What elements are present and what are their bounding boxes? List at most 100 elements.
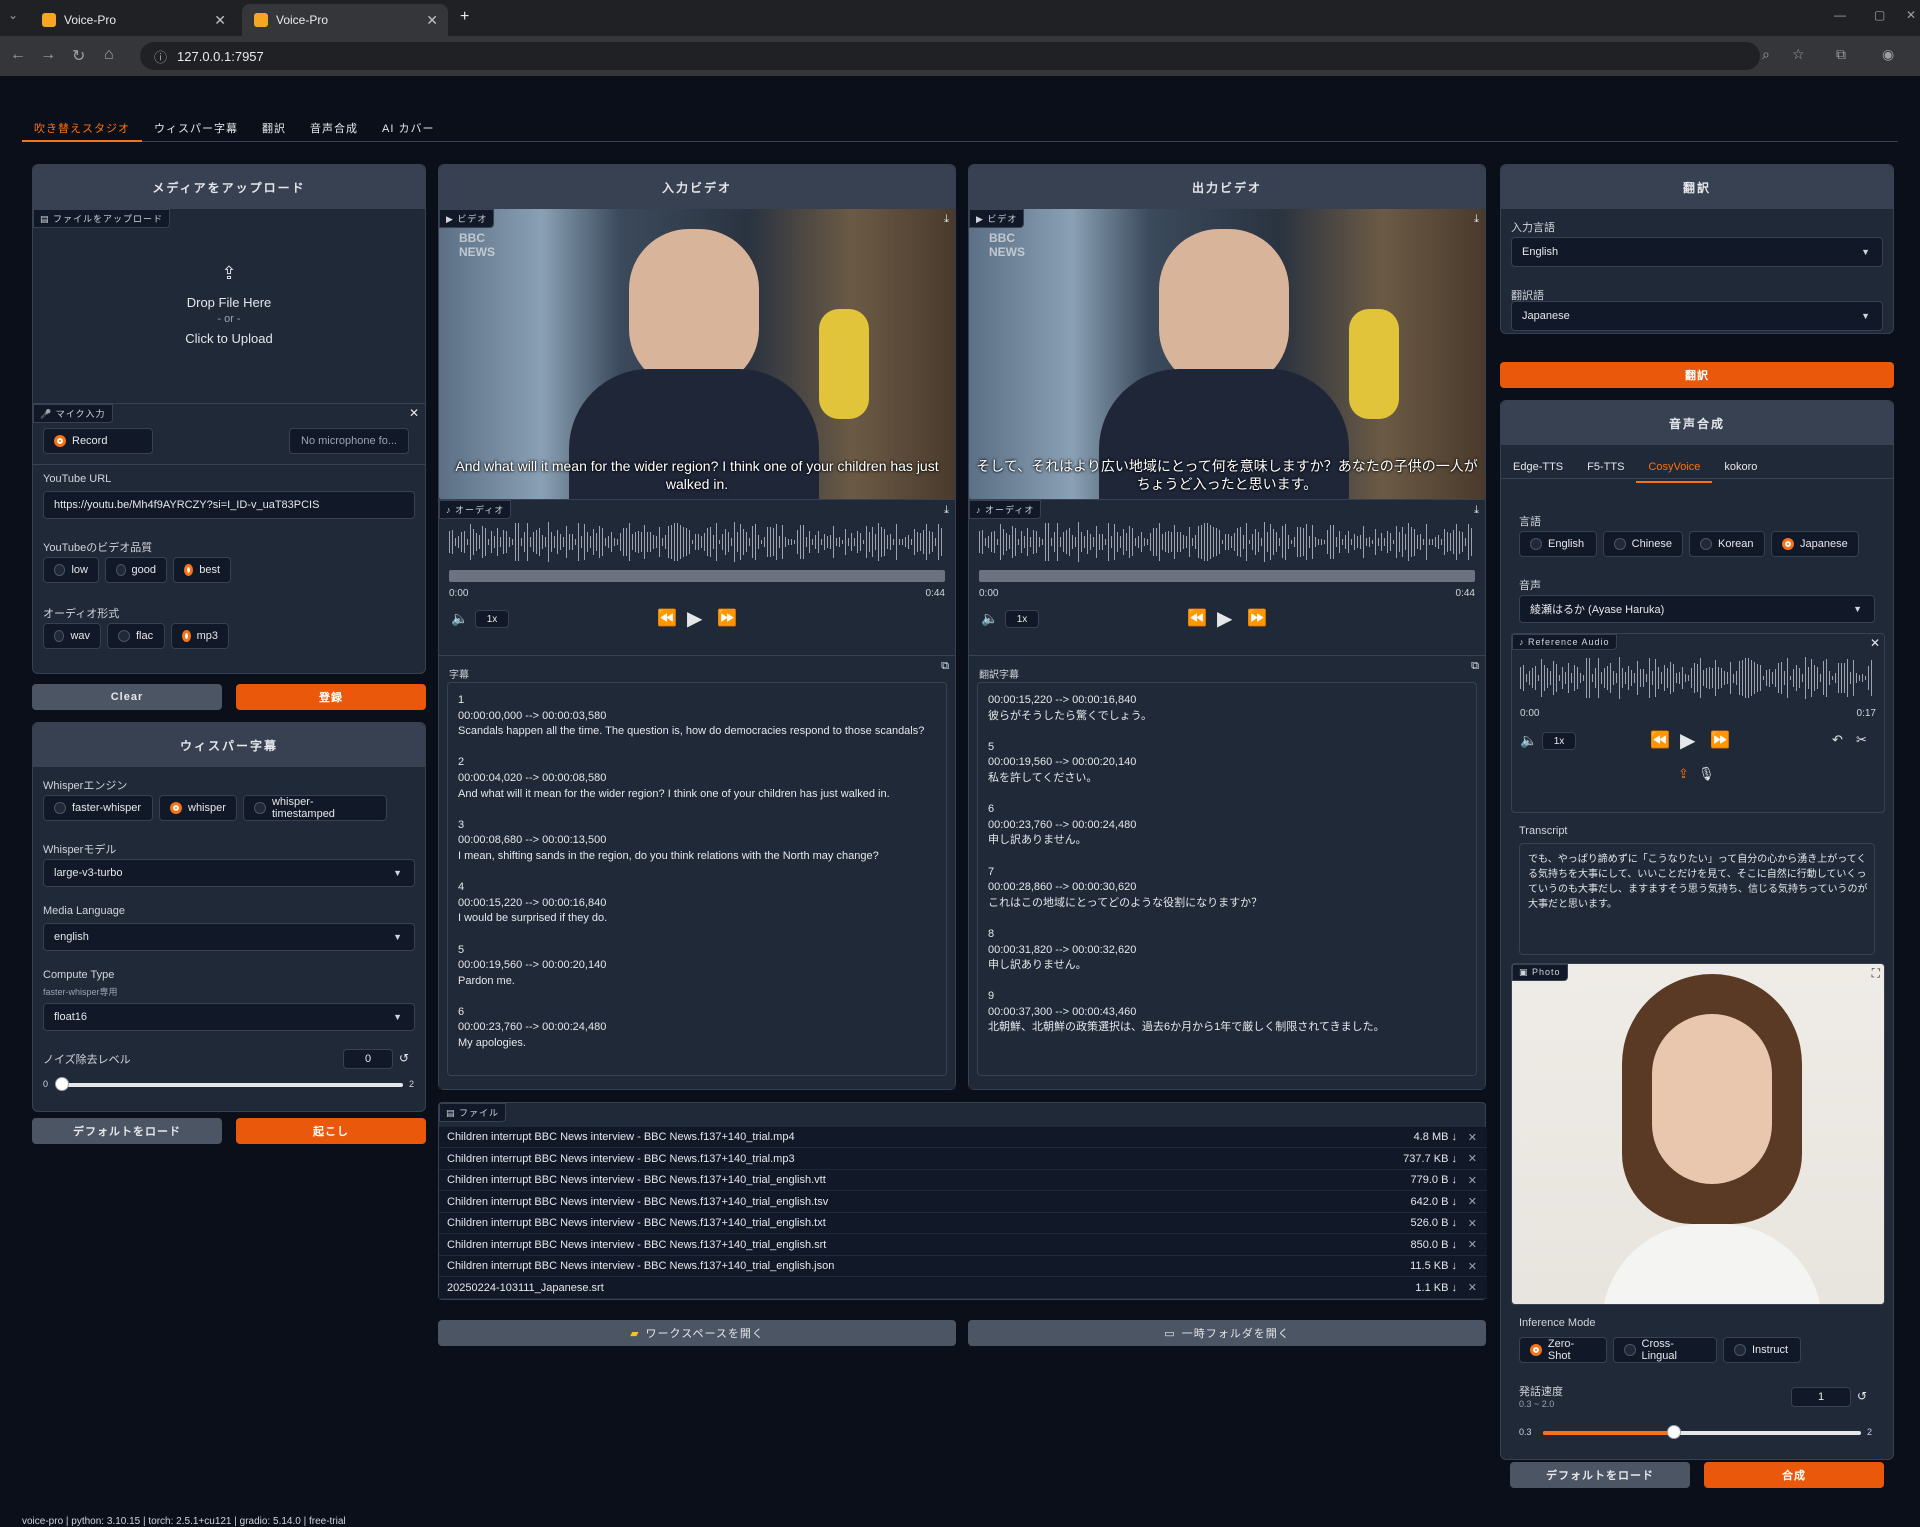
- file-size[interactable]: 642.0 B ↓: [1411, 1196, 1457, 1208]
- bookmark-star-icon[interactable]: ☆: [1792, 46, 1805, 63]
- format-flac[interactable]: flac: [107, 623, 165, 649]
- delete-icon[interactable]: ✕: [1468, 1260, 1477, 1273]
- copy-icon[interactable]: ⧉: [1471, 660, 1479, 673]
- translate-button[interactable]: 翻訳: [1500, 362, 1894, 388]
- quality-good[interactable]: good: [105, 557, 167, 583]
- file-name[interactable]: Children interrupt BBC News interview - …: [447, 1131, 795, 1143]
- waveform[interactable]: [979, 522, 1475, 562]
- slider-thumb[interactable]: [1666, 1425, 1681, 1439]
- file-size[interactable]: 526.0 B ↓: [1411, 1217, 1457, 1229]
- file-size[interactable]: 1.1 KB ↓: [1415, 1282, 1457, 1294]
- download-icon[interactable]: ⤓: [944, 213, 949, 226]
- play-icon[interactable]: ▶: [687, 606, 702, 631]
- close-icon[interactable]: ✕: [426, 12, 438, 29]
- voice-select[interactable]: 綾瀬はるか (Ayase Haruka) ▼: [1519, 595, 1875, 623]
- whisper-model-select[interactable]: large-v3-turbo ▼: [43, 859, 415, 887]
- delete-icon[interactable]: ✕: [1468, 1217, 1477, 1230]
- quality-best[interactable]: best: [173, 557, 231, 583]
- fast-forward-icon[interactable]: ⏩: [717, 608, 737, 628]
- synthesize-button[interactable]: 合成: [1704, 1462, 1884, 1488]
- tab-f5-tts[interactable]: F5-TTS: [1575, 457, 1636, 483]
- file-row[interactable]: Children interrupt BBC News interview - …: [439, 1127, 1487, 1148]
- open-temp-folder-button[interactable]: ▭ 一時フォルダを開く: [968, 1320, 1486, 1346]
- volume-icon[interactable]: 🔈: [981, 610, 998, 627]
- tts-load-default-button[interactable]: デフォルトをロード: [1510, 1462, 1690, 1488]
- close-icon[interactable]: ✕: [1870, 636, 1880, 650]
- reset-icon[interactable]: ↺: [399, 1051, 409, 1065]
- speech-rate-input[interactable]: 1: [1791, 1387, 1851, 1407]
- file-name[interactable]: 20250224-103111_Japanese.srt: [447, 1282, 604, 1294]
- undo-icon[interactable]: ↶: [1832, 732, 1843, 748]
- media-language-select[interactable]: english ▼: [43, 923, 415, 951]
- file-row[interactable]: Children interrupt BBC News interview - …: [439, 1170, 1487, 1191]
- file-name[interactable]: Children interrupt BBC News interview - …: [447, 1239, 826, 1251]
- rewind-icon[interactable]: ⏪: [657, 608, 677, 628]
- input-language-select[interactable]: English ▼: [1511, 237, 1883, 267]
- new-tab-icon[interactable]: +: [460, 8, 469, 26]
- fast-forward-icon[interactable]: ⏩: [1710, 730, 1730, 750]
- trim-icon[interactable]: ✂: [1856, 732, 1867, 748]
- seek-bar[interactable]: [979, 570, 1475, 582]
- tab-edge-tts[interactable]: Edge-TTS: [1501, 457, 1575, 483]
- tab-kokoro[interactable]: kokoro: [1712, 457, 1769, 483]
- file-size[interactable]: 11.5 KB ↓: [1410, 1260, 1457, 1272]
- close-icon[interactable]: ✕: [214, 12, 226, 29]
- subtitle-textarea[interactable]: 1 00:00:00,000 --> 00:00:03,580 Scandals…: [447, 682, 947, 1076]
- waveform[interactable]: [449, 522, 945, 562]
- slider-thumb[interactable]: [55, 1077, 69, 1091]
- reset-icon[interactable]: ↺: [1857, 1389, 1867, 1403]
- file-name[interactable]: Children interrupt BBC News interview - …: [447, 1174, 826, 1186]
- play-icon[interactable]: ▶: [1680, 728, 1695, 753]
- browser-tab[interactable]: Voice-Pro ✕: [30, 4, 236, 36]
- rewind-icon[interactable]: ⏪: [1650, 730, 1670, 750]
- file-row[interactable]: Children interrupt BBC News interview - …: [439, 1235, 1487, 1256]
- output-video-player[interactable]: ▶ ビデオ ⤓ BBC NEWS そして、それはより広い地域にとって何を意味します…: [969, 209, 1485, 499]
- close-icon[interactable]: ✕: [409, 406, 419, 420]
- file-row[interactable]: Children interrupt BBC News interview - …: [439, 1213, 1487, 1234]
- input-video-player[interactable]: ▶ ビデオ ⤓ BBC NEWS And what will it mean fo…: [439, 209, 955, 499]
- forward-icon[interactable]: →: [40, 46, 56, 64]
- file-row[interactable]: 20250224-103111_Japanese.srt 1.1 KB ↓ ✕: [439, 1278, 1487, 1299]
- tab-whisper[interactable]: ウィスパー字幕: [142, 116, 250, 142]
- mode-zero-shot[interactable]: Zero-Shot: [1519, 1337, 1607, 1363]
- upload-audio-icon[interactable]: ⇪: [1678, 766, 1689, 782]
- tab-cosyvoice[interactable]: CosyVoice: [1636, 457, 1713, 483]
- mode-instruct[interactable]: Instruct: [1723, 1337, 1801, 1363]
- submit-button[interactable]: 登録: [236, 684, 426, 710]
- engine-whisper-timestamped[interactable]: whisper-timestamped: [243, 795, 387, 821]
- delete-icon[interactable]: ✕: [1468, 1174, 1477, 1187]
- record-button[interactable]: Record: [43, 428, 153, 454]
- format-mp3[interactable]: mp3: [171, 623, 229, 649]
- youtube-url-input[interactable]: https://youtu.be/Mh4f9AYRCZY?si=I_ID-v_u…: [43, 491, 415, 519]
- tab-tts[interactable]: 音声合成: [298, 116, 370, 142]
- delete-icon[interactable]: ✕: [1468, 1131, 1477, 1144]
- file-size[interactable]: 4.8 MB ↓: [1414, 1131, 1457, 1143]
- delete-icon[interactable]: ✕: [1468, 1152, 1477, 1165]
- copy-icon[interactable]: ⧉: [941, 660, 949, 673]
- playback-speed-button[interactable]: 1x: [1542, 732, 1576, 750]
- fullscreen-icon[interactable]: ⛶: [1872, 966, 1880, 981]
- rewind-icon[interactable]: ⏪: [1187, 608, 1207, 628]
- playback-speed-button[interactable]: 1x: [1005, 610, 1039, 628]
- engine-whisper[interactable]: whisper: [159, 795, 237, 821]
- close-window-icon[interactable]: ✕: [1906, 8, 1916, 22]
- noise-slider[interactable]: [57, 1083, 403, 1087]
- engine-faster-whisper[interactable]: faster-whisper: [43, 795, 153, 821]
- volume-icon[interactable]: 🔈: [451, 610, 468, 627]
- tab-list-icon[interactable]: ⌄: [8, 8, 18, 22]
- download-icon[interactable]: ⤓: [1474, 213, 1479, 226]
- file-name[interactable]: Children interrupt BBC News interview - …: [447, 1217, 826, 1229]
- load-default-button[interactable]: デフォルトをロード: [32, 1118, 222, 1144]
- lang-korean[interactable]: Korean: [1689, 531, 1765, 557]
- mode-cross-lingual[interactable]: Cross-Lingual: [1613, 1337, 1717, 1363]
- back-icon[interactable]: ←: [10, 46, 26, 64]
- file-dropzone[interactable]: ▤ ファイルをアップロード ⇪ Drop File Here - or - Cl…: [33, 209, 425, 403]
- delete-icon[interactable]: ✕: [1468, 1195, 1477, 1208]
- seek-bar[interactable]: [449, 570, 945, 582]
- compute-type-select[interactable]: float16 ▼: [43, 1003, 415, 1031]
- fast-forward-icon[interactable]: ⏩: [1247, 608, 1267, 628]
- address-bar[interactable]: ⓘ 127.0.0.1:7957: [140, 42, 1760, 70]
- download-icon[interactable]: ⤓: [944, 504, 949, 517]
- minimize-icon[interactable]: —: [1834, 8, 1846, 22]
- zoom-icon[interactable]: ⌕: [1762, 46, 1770, 63]
